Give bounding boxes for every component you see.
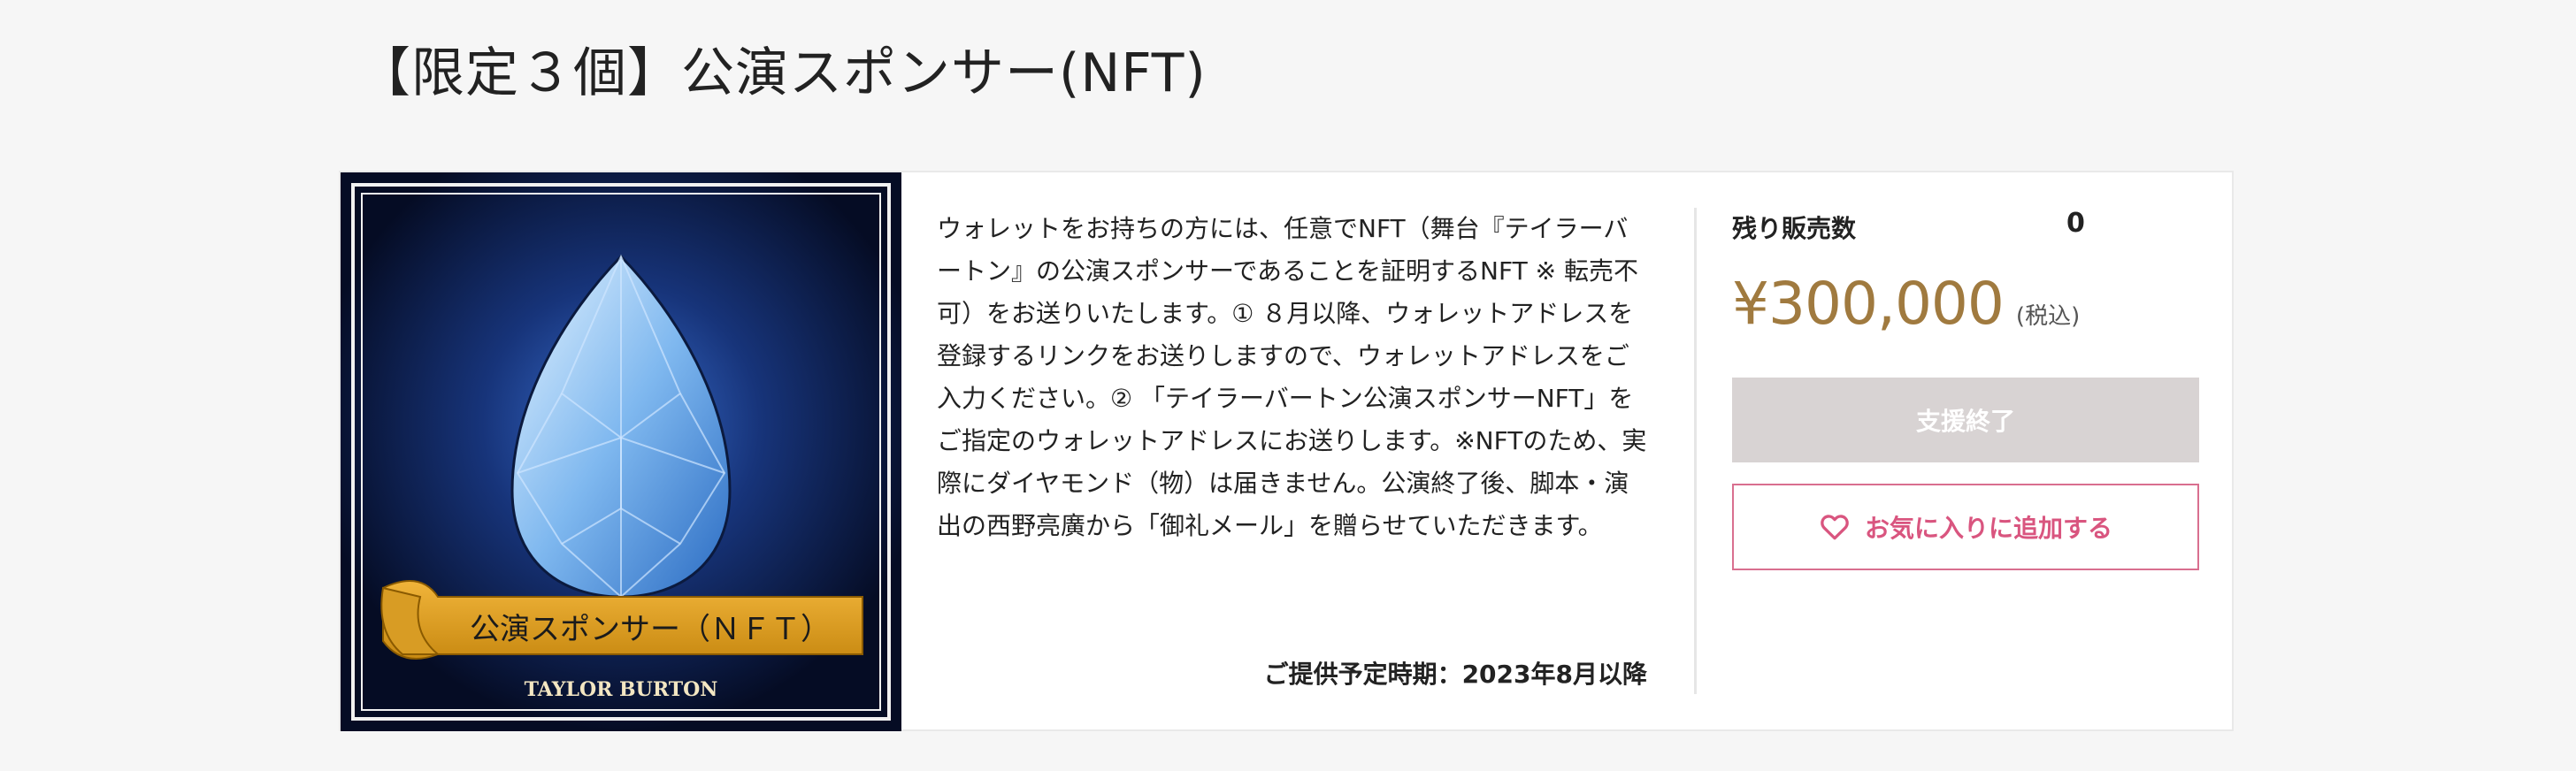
support-ended-button[interactable]: 支援終了: [1732, 378, 2199, 462]
heart-icon: [1821, 515, 1849, 540]
price-amount: ¥300,000: [1732, 270, 2005, 338]
product-description: ウォレットをお持ちの方には、任意でNFT（舞台『テイラーバートン』の公演スポンサ…: [937, 214, 1647, 540]
page-title: 【限定３個】公演スポンサー(NFT): [357, 42, 1207, 104]
image-caption: TAYLOR BURTON: [525, 678, 718, 701]
product-card: 公演スポンサー（ＮＦＴ） TAYLOR BURTON ウォレットをお持ちの方には…: [339, 171, 2234, 731]
purchase-panel: 残り販売数 0 ¥300,000 (税込) 支援終了 お気に入りに追加する: [1732, 172, 2201, 729]
price: ¥300,000 (税込): [1732, 270, 2080, 338]
divider: [1694, 208, 1697, 694]
image-banner-text: 公演スポンサー（ＮＦＴ）: [470, 612, 831, 647]
remaining-label: 残り販売数: [1732, 214, 1857, 243]
remaining-count: 0: [2066, 208, 2085, 239]
tax-note: (税込): [2015, 303, 2081, 330]
delivery-schedule: ご提供予定時期：2023年8月以降: [1263, 660, 1647, 689]
favorite-label: お気に入りに追加する: [1864, 514, 2112, 543]
product-image: 公演スポンサー（ＮＦＴ） TAYLOR BURTON: [341, 172, 901, 731]
add-to-favorites-button[interactable]: お気に入りに追加する: [1732, 484, 2199, 570]
